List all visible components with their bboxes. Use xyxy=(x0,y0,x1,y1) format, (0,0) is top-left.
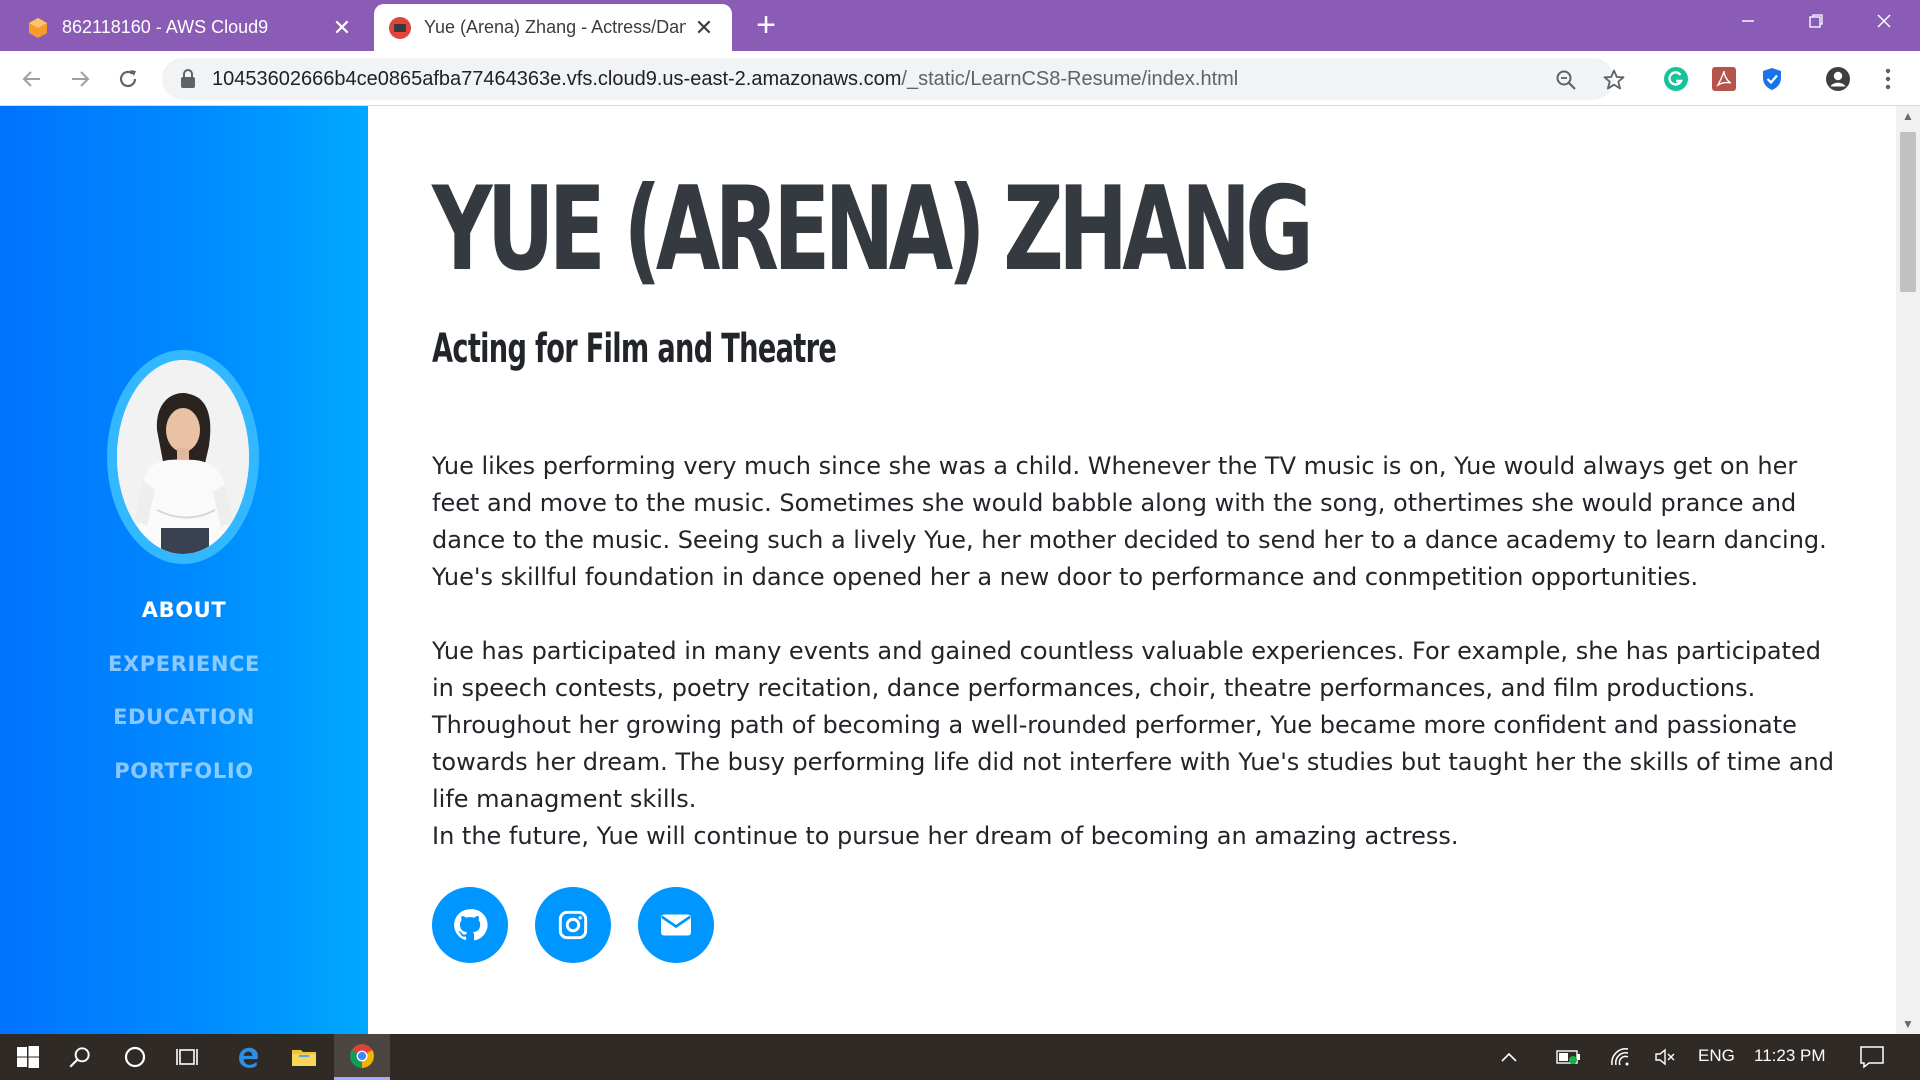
url-host: 10453602666b4ce0865afba77464363e.vfs.clo… xyxy=(212,68,902,90)
search-icon[interactable] xyxy=(52,1034,108,1080)
github-link[interactable] xyxy=(432,887,508,963)
url-path: /_static/LearnCS8-Resume/index.html xyxy=(901,68,1239,90)
profile-photo-frame xyxy=(107,350,259,564)
profile-photo xyxy=(117,360,249,554)
reload-icon[interactable] xyxy=(110,61,146,97)
about-section: YUE (ARENA) ZHANG Acting for Film and Th… xyxy=(432,106,1834,1034)
minimize-icon[interactable] xyxy=(1716,0,1780,42)
instagram-icon xyxy=(558,910,588,940)
pdf-extension-icon[interactable] xyxy=(1710,65,1738,93)
page-title: YUE (ARENA) ZHANG xyxy=(432,162,1314,297)
windows-taskbar: ENG 11:23 PM xyxy=(0,1034,1920,1080)
task-view-icon[interactable] xyxy=(160,1034,216,1080)
nav-education[interactable]: EDUCATION xyxy=(0,705,368,729)
volume-muted-icon[interactable] xyxy=(1648,1034,1682,1080)
tab-aws-cloud9[interactable]: 862118160 - AWS Cloud9 ✕ xyxy=(12,4,370,51)
edge-browser-icon[interactable] xyxy=(220,1034,276,1080)
scroll-down-arrow-icon[interactable]: ▼ xyxy=(1896,1014,1920,1034)
sidebar: ABOUT EXPERIENCE EDUCATION PORTFOLIO xyxy=(0,106,368,1034)
email-link[interactable] xyxy=(638,887,714,963)
chevron-up-icon[interactable] xyxy=(1494,1034,1524,1080)
battery-icon[interactable] xyxy=(1552,1034,1586,1080)
shield-extension-icon[interactable] xyxy=(1758,65,1786,93)
bookmark-star-icon[interactable] xyxy=(1602,68,1626,92)
grammarly-extension-icon[interactable] xyxy=(1662,65,1690,93)
back-arrow-icon[interactable] xyxy=(14,61,50,97)
about-paragraph: Yue likes performing very much since she… xyxy=(432,452,1827,591)
chrome-menu-icon[interactable] xyxy=(1874,65,1902,93)
browser-tab-strip: 862118160 - AWS Cloud9 ✕ Yue (Arena) Zha… xyxy=(0,0,1920,51)
nav-portfolio[interactable]: PORTFOLIO xyxy=(0,759,368,783)
github-icon xyxy=(454,909,488,941)
close-tab-icon[interactable]: ✕ xyxy=(692,15,716,40)
cortana-icon[interactable] xyxy=(107,1034,163,1080)
forward-arrow-icon[interactable] xyxy=(62,61,98,97)
nav-experience[interactable]: EXPERIENCE xyxy=(0,652,368,676)
page-scrollbar[interactable]: ▲ ▼ xyxy=(1896,106,1920,1034)
action-center-icon[interactable] xyxy=(1842,1034,1902,1080)
address-bar[interactable]: 10453602666b4ce0865afba77464363e.vfs.clo… xyxy=(162,58,1625,100)
web-page: ABOUT EXPERIENCE EDUCATION PORTFOLIO YUE… xyxy=(0,106,1896,1034)
windows-start-icon[interactable] xyxy=(0,1034,56,1080)
nav-about[interactable]: ABOUT xyxy=(0,598,368,622)
close-tab-icon[interactable]: ✕ xyxy=(330,15,354,40)
close-window-icon[interactable] xyxy=(1852,0,1916,42)
browser-toolbar: 10453602666b4ce0865afba77464363e.vfs.clo… xyxy=(0,51,1920,106)
restore-icon[interactable] xyxy=(1784,0,1848,42)
tab-resume[interactable]: Yue (Arena) Zhang - Actress/Dan ✕ xyxy=(374,4,732,51)
scrollbar-thumb[interactable] xyxy=(1900,132,1916,292)
zoom-icon[interactable] xyxy=(1554,68,1578,92)
chrome-taskbar-icon[interactable] xyxy=(334,1034,390,1080)
about-paragraph: In the future, Yue will continue to purs… xyxy=(432,822,1459,850)
input-language[interactable]: ENG xyxy=(1698,1046,1735,1066)
clock[interactable]: 11:23 PM xyxy=(1754,1046,1826,1066)
tab-title: 862118160 - AWS Cloud9 xyxy=(62,17,269,37)
url-text: 10453602666b4ce0865afba77464363e.vfs.clo… xyxy=(212,68,1238,91)
envelope-icon xyxy=(660,914,692,936)
scroll-up-arrow-icon[interactable]: ▲ xyxy=(1896,106,1920,126)
file-explorer-icon[interactable] xyxy=(276,1034,332,1080)
wifi-icon[interactable] xyxy=(1604,1034,1638,1080)
instagram-link[interactable] xyxy=(535,887,611,963)
account-avatar-icon[interactable] xyxy=(1824,65,1852,93)
new-tab-button[interactable]: + xyxy=(748,8,784,44)
page-subtitle: Acting for Film and Theatre xyxy=(432,326,837,372)
site-favicon-icon xyxy=(389,16,411,39)
lock-icon xyxy=(181,69,195,88)
tab-title: Yue (Arena) Zhang - Actress/Dan xyxy=(424,17,686,37)
about-paragraph: Yue has participated in many events and … xyxy=(432,637,1834,813)
aws-cloud9-icon xyxy=(29,17,47,38)
